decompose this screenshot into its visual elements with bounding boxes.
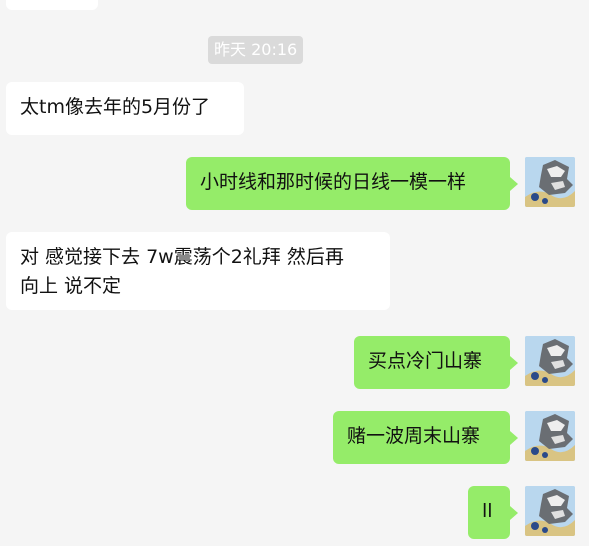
outgoing-message-bubble[interactable]: 小时线和那时候的日线一模一样 [186,157,518,210]
message-timestamp: 昨天 20:16 [208,36,304,64]
message-text: 太tm像去年的5月份了 [20,96,211,118]
outgoing-message-bubble[interactable]: ll [468,486,518,539]
message-text: 赌一波周末山寨 [347,425,481,447]
avatar-image [525,157,575,207]
avatar-image [525,411,575,461]
avatar-image [525,336,575,386]
avatar[interactable] [525,336,575,386]
avatar[interactable] [525,411,575,461]
avatar-image [525,486,575,536]
avatar[interactable] [525,157,575,207]
outgoing-message-bubble[interactable]: 买点冷门山寨 [354,336,518,389]
message-text: ll [482,500,493,522]
avatar[interactable] [525,486,575,536]
outgoing-message-bubble[interactable]: 赌一波周末山寨 [333,411,518,464]
message-text: 买点冷门山寨 [368,350,483,372]
message-text: 小时线和那时候的日线一模一样 [200,171,467,193]
previous-message-bubble [6,0,98,10]
incoming-message-bubble[interactable]: 对 感觉接下去 7w震荡个2礼拜 然后再 向上 说不定 [6,232,390,310]
incoming-message-bubble[interactable]: 太tm像去年的5月份了 [6,82,244,135]
chat-window: 昨天 20:16 太tm像去年的5月份了 小时线和那时候的日线一模一样 对 感觉… [0,0,589,546]
message-text-line: 向上 说不定 [20,275,122,297]
message-text-line: 对 感觉接下去 7w震荡个2礼拜 然后再 [20,246,344,268]
